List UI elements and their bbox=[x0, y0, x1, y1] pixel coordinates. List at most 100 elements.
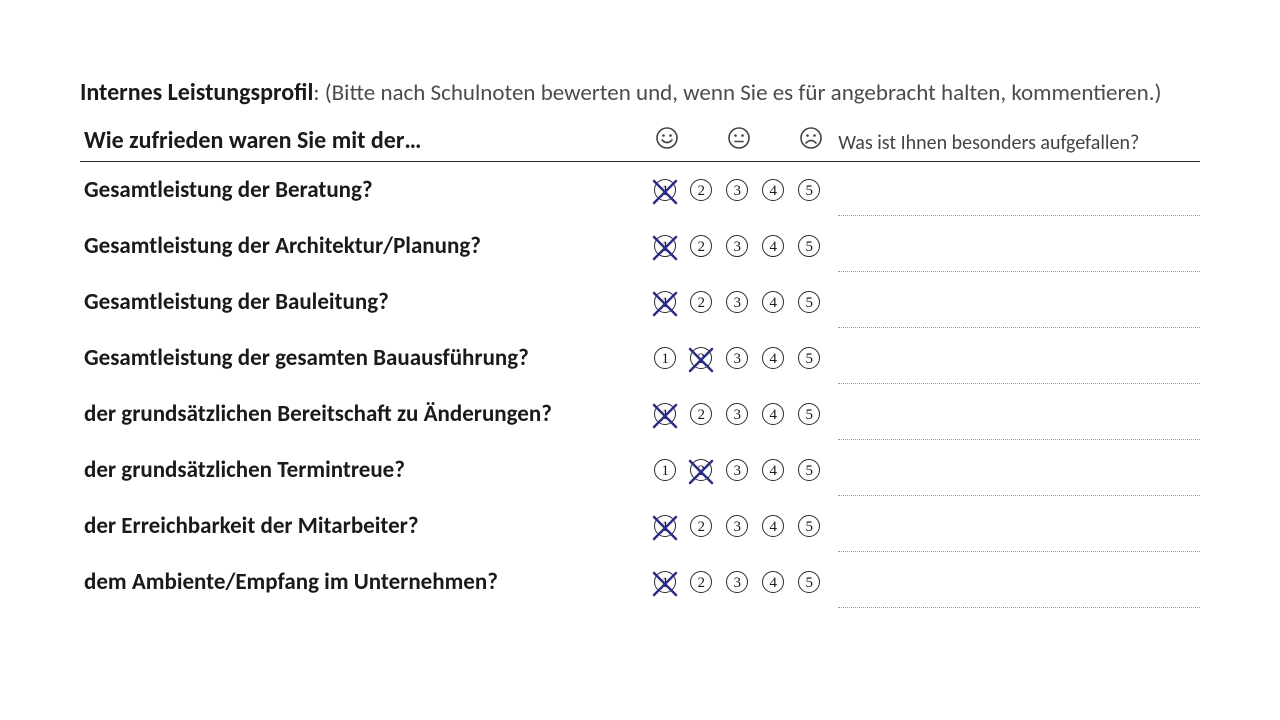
question-label: Gesamtleistung der gesamten Bauausführun… bbox=[80, 330, 648, 386]
rating-option-5[interactable]: 5 bbox=[792, 386, 826, 442]
rating-option-5[interactable]: 5 bbox=[792, 330, 826, 386]
rating-option-3[interactable]: 3 bbox=[720, 386, 754, 442]
rating-option-3[interactable]: 3 bbox=[720, 498, 754, 554]
rating-option-2[interactable]: 2 bbox=[682, 162, 720, 218]
rating-circle: 1 bbox=[654, 459, 676, 481]
survey-row: der Erreichbarkeit der Mitarbeiter?12345 bbox=[80, 498, 1200, 554]
rating-option-5[interactable]: 5 bbox=[792, 218, 826, 274]
rating-option-5[interactable]: 5 bbox=[792, 274, 826, 330]
rating-option-4[interactable]: 4 bbox=[754, 162, 792, 218]
rating-circle: 5 bbox=[798, 459, 820, 481]
question-label: Gesamtleistung der Architektur/Planung? bbox=[80, 218, 648, 274]
rating-circle: 2 bbox=[690, 515, 712, 537]
rating-option-4[interactable]: 4 bbox=[754, 330, 792, 386]
rating-option-4[interactable]: 4 bbox=[754, 274, 792, 330]
rating-option-1[interactable]: 1 bbox=[648, 218, 682, 274]
rating-circle: 3 bbox=[726, 459, 748, 481]
survey-row: Gesamtleistung der Beratung? 12345 bbox=[80, 162, 1200, 218]
rating-circle: 4 bbox=[762, 347, 784, 369]
question-label: Gesamtleistung der Bauleitung? bbox=[80, 274, 648, 330]
rating-option-1[interactable]: 1 bbox=[648, 330, 682, 386]
rating-option-4[interactable]: 4 bbox=[754, 554, 792, 610]
survey-row: Gesamtleistung der Bauleitung? 12345 bbox=[80, 274, 1200, 330]
rating-option-1[interactable]: 1 bbox=[648, 498, 682, 554]
rating-circle: 5 bbox=[798, 291, 820, 313]
rating-circle: 2 bbox=[690, 235, 712, 257]
survey-row: der grundsätzlichen Bereitschaft zu Ände… bbox=[80, 386, 1200, 442]
rating-option-2[interactable]: 2 bbox=[682, 386, 720, 442]
rating-option-2[interactable]: 2 bbox=[682, 554, 720, 610]
rating-option-3[interactable]: 3 bbox=[720, 274, 754, 330]
rating-circle: 2 bbox=[690, 347, 712, 369]
comment-field[interactable] bbox=[826, 162, 1200, 218]
rating-option-5[interactable]: 5 bbox=[792, 498, 826, 554]
comment-field[interactable] bbox=[826, 218, 1200, 274]
smiley-sad-icon bbox=[792, 125, 826, 162]
rating-option-5[interactable]: 5 bbox=[792, 554, 826, 610]
title-bold: Internes Leistungsprofil bbox=[80, 78, 313, 107]
survey-row: dem Ambiente/Empfang im Unternehmen? 1234… bbox=[80, 554, 1200, 610]
rating-option-1[interactable]: 1 bbox=[648, 386, 682, 442]
survey-row: der grundsätzlichen Termintreue?12345 bbox=[80, 442, 1200, 498]
rating-option-3[interactable]: 3 bbox=[720, 162, 754, 218]
rating-circle: 4 bbox=[762, 291, 784, 313]
rating-option-1[interactable]: 1 bbox=[648, 554, 682, 610]
rating-option-5[interactable]: 5 bbox=[792, 162, 826, 218]
rating-option-4[interactable]: 4 bbox=[754, 442, 792, 498]
rating-option-3[interactable]: 3 bbox=[720, 442, 754, 498]
comment-field[interactable] bbox=[826, 274, 1200, 330]
rating-circle: 2 bbox=[690, 459, 712, 481]
header-comment: Was ist Ihnen besonders aufgefallen? bbox=[826, 125, 1200, 162]
rating-circle: 4 bbox=[762, 235, 784, 257]
rating-circle: 5 bbox=[798, 515, 820, 537]
rating-circle: 1 bbox=[654, 403, 676, 425]
rating-circle: 3 bbox=[726, 571, 748, 593]
rating-option-3[interactable]: 3 bbox=[720, 554, 754, 610]
rating-option-1[interactable]: 1 bbox=[648, 274, 682, 330]
rating-option-5[interactable]: 5 bbox=[792, 442, 826, 498]
comment-field[interactable] bbox=[826, 498, 1200, 554]
rating-circle: 1 bbox=[654, 291, 676, 313]
rating-circle: 3 bbox=[726, 235, 748, 257]
comment-field[interactable] bbox=[826, 330, 1200, 386]
rating-option-2[interactable]: 2 bbox=[682, 274, 720, 330]
rating-option-1[interactable]: 1 bbox=[648, 442, 682, 498]
question-label: Gesamtleistung der Beratung? bbox=[80, 162, 648, 218]
rating-option-2[interactable]: 2 bbox=[682, 330, 720, 386]
rating-circle: 5 bbox=[798, 347, 820, 369]
rating-circle: 5 bbox=[798, 235, 820, 257]
survey-page: Internes Leistungsprofil: (Bitte nach Sc… bbox=[0, 0, 1280, 610]
rating-circle: 4 bbox=[762, 459, 784, 481]
rating-circle: 3 bbox=[726, 179, 748, 201]
rating-circle: 5 bbox=[798, 403, 820, 425]
question-label: der grundsätzlichen Bereitschaft zu Ände… bbox=[80, 386, 648, 442]
question-label: dem Ambiente/Empfang im Unternehmen? bbox=[80, 554, 648, 610]
rating-option-4[interactable]: 4 bbox=[754, 386, 792, 442]
rating-option-2[interactable]: 2 bbox=[682, 218, 720, 274]
rating-option-1[interactable]: 1 bbox=[648, 162, 682, 218]
rating-circle: 2 bbox=[690, 403, 712, 425]
rating-circle: 2 bbox=[690, 179, 712, 201]
rating-option-4[interactable]: 4 bbox=[754, 218, 792, 274]
rating-option-3[interactable]: 3 bbox=[720, 330, 754, 386]
page-title: Internes Leistungsprofil: (Bitte nach Sc… bbox=[80, 78, 1200, 107]
rating-circle: 1 bbox=[654, 571, 676, 593]
comment-field[interactable] bbox=[826, 386, 1200, 442]
rating-option-3[interactable]: 3 bbox=[720, 218, 754, 274]
rating-circle: 3 bbox=[726, 403, 748, 425]
rating-circle: 1 bbox=[654, 515, 676, 537]
rating-circle: 1 bbox=[654, 179, 676, 201]
comment-field[interactable] bbox=[826, 442, 1200, 498]
rating-circle: 3 bbox=[726, 347, 748, 369]
rating-circle: 2 bbox=[690, 291, 712, 313]
rating-option-4[interactable]: 4 bbox=[754, 498, 792, 554]
rating-option-2[interactable]: 2 bbox=[682, 442, 720, 498]
rating-circle: 1 bbox=[654, 347, 676, 369]
header-question: Wie zufrieden waren Sie mit der… bbox=[80, 125, 648, 162]
rating-circle: 4 bbox=[762, 515, 784, 537]
rating-option-2[interactable]: 2 bbox=[682, 498, 720, 554]
rating-circle: 2 bbox=[690, 571, 712, 593]
comment-field[interactable] bbox=[826, 554, 1200, 610]
rating-circle: 3 bbox=[726, 291, 748, 313]
rating-circle: 1 bbox=[654, 235, 676, 257]
